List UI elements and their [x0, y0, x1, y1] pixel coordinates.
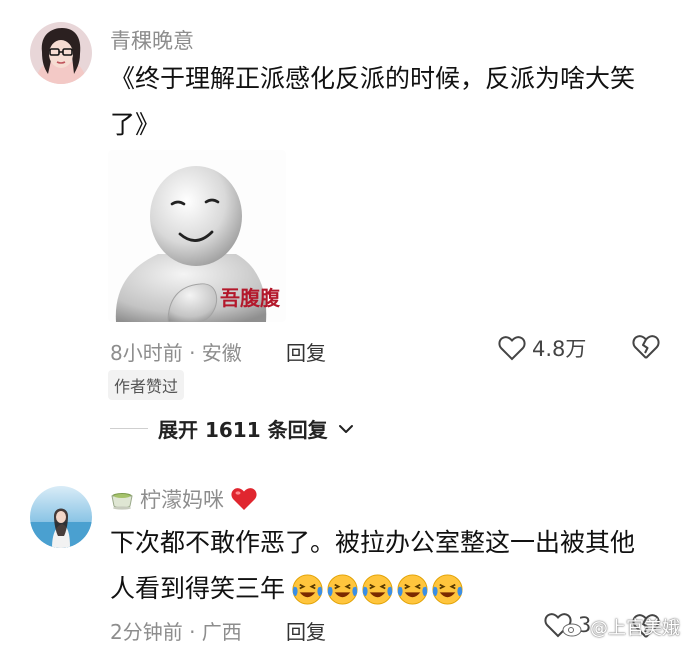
username: 柠濛妈咪 — [140, 488, 224, 512]
dislike-button[interactable] — [632, 334, 660, 364]
avatar[interactable] — [30, 486, 92, 548]
sticker-image[interactable]: 吾腹腹 — [108, 150, 286, 322]
comment-text-line: 人看到得笑三年 — [110, 566, 670, 612]
comment-text-line: 了》 — [110, 110, 161, 139]
broken-heart-icon — [632, 335, 660, 359]
user-avatar-image — [30, 22, 92, 84]
comment-item: 青稞晚意 《终于理解正派感化反派的时候，反派为啥大笑 了》 吾腹腹 8小时前 ·… — [0, 0, 690, 460]
emoji-group — [289, 573, 464, 606]
divider-line — [110, 428, 148, 429]
reply-button[interactable]: 回复 — [286, 616, 326, 645]
laughing-crying-face-icon — [292, 573, 323, 605]
chevron-down-icon — [338, 424, 353, 433]
comment-text-line: 下次都不敢作恶了。被拉办公室整这一出被其他 — [110, 528, 636, 557]
like-button[interactable]: 4.8万 — [498, 333, 586, 363]
reply-button[interactable]: 回复 — [286, 337, 326, 366]
author-liked-badge: 作者赞过 — [108, 370, 185, 400]
tea-cup-icon — [111, 493, 133, 510]
username-row[interactable]: 柠濛妈咪 — [110, 484, 258, 514]
comment-text: 《终于理解正派感化反派的时候，反派为啥大笑 了》 — [110, 56, 670, 148]
like-count: 4.8万 — [532, 337, 587, 361]
laughing-crying-face-icon — [327, 573, 358, 605]
timestamp-location: 8小时前 · 安徽 — [110, 341, 242, 365]
expand-replies-label: 展开 1611 条回复 — [158, 418, 328, 442]
weibo-logo-icon — [562, 619, 584, 637]
timestamp-location: 2分钟前 · 广西 — [110, 620, 242, 644]
comment-text: 下次都不敢作恶了。被拉办公室整这一出被其他 人看到得笑三年 — [110, 520, 670, 612]
comment-text-line: 《终于理解正派感化反派的时候，反派为啥大笑 — [110, 64, 636, 93]
sticker-label: 吾腹腹 — [220, 286, 280, 310]
comment-text-line2: 人看到得笑三年 — [110, 574, 286, 603]
laughing-crying-face-icon — [362, 573, 393, 605]
laughing-crying-face-icon — [432, 573, 463, 605]
red-heart-icon — [231, 488, 257, 510]
username[interactable]: 青稞晚意 — [110, 25, 194, 55]
laughing-crying-face-icon — [397, 573, 428, 605]
watermark: @上官美娥 — [562, 614, 680, 640]
heart-outline-icon — [498, 336, 526, 361]
expand-replies-button[interactable]: 展开 1611 条回复 — [110, 414, 354, 443]
avatar[interactable] — [30, 22, 92, 84]
user-avatar-image — [30, 486, 92, 548]
watermark-text: @上官美娥 — [590, 618, 680, 639]
